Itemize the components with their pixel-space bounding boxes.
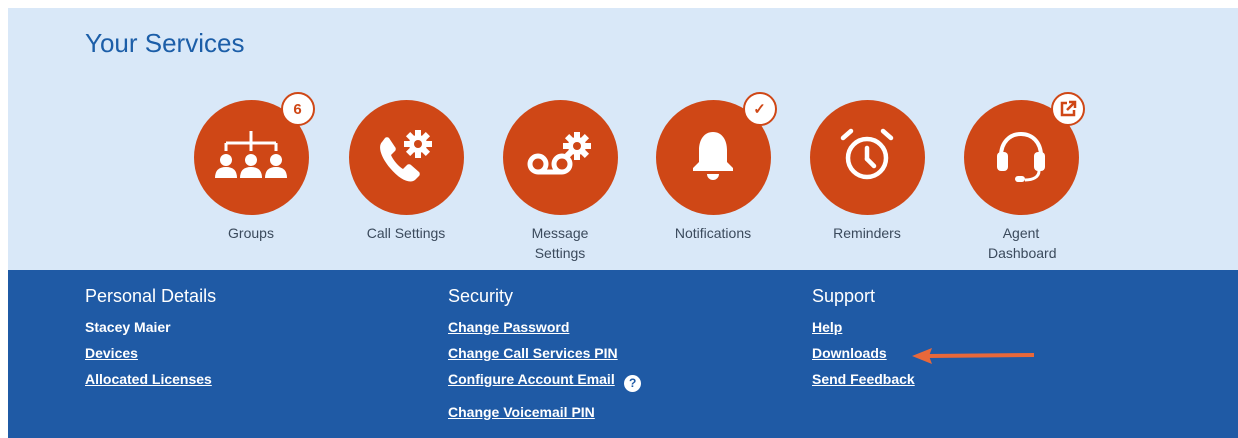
send-feedback-link[interactable]: Send Feedback [812,371,915,388]
configure-account-email-link[interactable]: Configure Account Email [448,371,615,387]
external-link-badge [1050,92,1085,126]
footer-panel: Personal Details Stacey Maier Devices Al… [8,270,1238,438]
service-message-settings[interactable]: Message Settings [485,100,635,263]
notifications-button[interactable]: ✓ [655,92,777,215]
service-agent-dashboard[interactable]: Agent Dashboard [946,92,1096,263]
call-settings-button[interactable] [348,100,464,215]
bell-icon [691,128,735,187]
call-settings-icon [374,126,438,189]
help-icon[interactable]: ? [624,374,642,392]
groups-button[interactable]: 6 [193,92,315,215]
services-title: Your Services [85,28,245,58]
help-link[interactable]: Help [812,319,915,336]
service-label[interactable]: Notifications [638,223,788,243]
message-settings-button[interactable] [502,100,618,215]
reminders-button[interactable] [809,100,925,215]
change-voicemail-pin-link[interactable]: Change Voicemail PIN [448,404,641,421]
user-name: Stacey Maier [85,319,171,335]
downloads-link[interactable]: Downloads [812,345,915,362]
service-reminders[interactable]: Reminders [792,100,942,243]
annotation-arrow-icon [912,348,1035,364]
page-frame: Your Services 6 Groups Call Settings Mes… [8,8,1238,438]
security-heading: Security [448,286,514,306]
check-badge: ✓ [742,92,777,126]
external-link-icon [1060,100,1076,117]
change-password-link[interactable]: Change Password [448,319,641,336]
service-notifications[interactable]: ✓ Notifications [638,92,788,243]
services-panel: Your Services 6 Groups Call Settings Mes… [8,8,1238,270]
alarm-clock-icon [837,126,897,189]
change-call-services-pin-link[interactable]: Change Call Services PIN [448,345,641,362]
groups-icon [213,129,289,186]
devices-link[interactable]: Devices [85,345,216,362]
service-label[interactable]: Call Settings [331,223,481,243]
service-label[interactable]: Message Settings [485,223,635,263]
service-groups[interactable]: 6 Groups [176,92,326,243]
agent-dashboard-button[interactable] [963,92,1085,215]
service-label[interactable]: Groups [176,223,326,243]
service-label[interactable]: Agent Dashboard [946,223,1096,263]
allocated-licenses-link[interactable]: Allocated Licenses [85,371,216,388]
configure-email-row: Configure Account Email ? [448,371,642,392]
support-heading: Support [812,286,876,306]
service-call-settings[interactable]: Call Settings [331,100,481,243]
security-column: Security Change Password Change Call Ser… [448,286,642,430]
support-column: Support Help Downloads Send Feedback [812,286,915,397]
headset-icon [993,126,1049,189]
voicemail-settings-icon [525,130,595,185]
groups-count-badge: 6 [280,92,315,126]
service-label[interactable]: Reminders [792,223,942,243]
personal-details-heading: Personal Details [85,286,217,306]
personal-details-column: Personal Details Stacey Maier Devices Al… [85,286,216,397]
